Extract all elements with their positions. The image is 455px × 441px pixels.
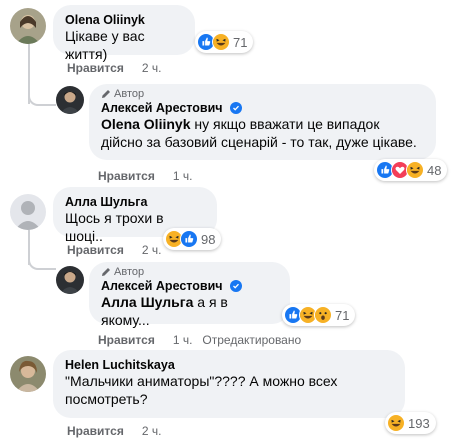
comment-actions: Нравится 1 ч. — [98, 169, 192, 183]
author-tag: Автор — [101, 266, 278, 278]
pencil-icon — [102, 268, 110, 276]
mention-link[interactable]: Olena Oliinyk — [101, 116, 190, 132]
comment-timestamp[interactable]: 2 ч. — [142, 243, 162, 257]
haha-reaction-icon — [212, 33, 230, 51]
avatar[interactable] — [10, 356, 46, 392]
verified-badge-icon — [229, 280, 242, 292]
verified-badge-icon — [229, 102, 242, 114]
like-button[interactable]: Нравится — [98, 333, 155, 347]
comment-actions: Нравится 2 ч. — [67, 424, 161, 438]
avatar[interactable] — [56, 266, 84, 294]
edited-label[interactable]: Отредактировано — [202, 333, 301, 347]
comment-timestamp[interactable]: 2 ч. — [142, 61, 162, 75]
like-reaction-icon — [180, 230, 198, 248]
pencil-icon — [102, 90, 110, 98]
author-tag-label: Автор — [114, 266, 145, 278]
author-tag-label: Автор — [114, 88, 145, 100]
haha-reaction-icon — [314, 306, 332, 324]
reaction-count: 71 — [335, 307, 350, 323]
comment-timestamp[interactable]: 1 ч. — [173, 169, 193, 183]
comment-timestamp[interactable]: 2 ч. — [142, 424, 162, 438]
thread-connector — [28, 60, 56, 106]
comment-bubble: Olena Oliinyk Цікаве у вас життя) — [53, 5, 195, 62]
reactions-summary[interactable]: 71 — [195, 31, 254, 53]
comment-actions: Нравится 2 ч. — [67, 243, 161, 257]
reactions-summary[interactable]: 48 — [374, 159, 448, 181]
comment-text: Цікаве у вас життя) — [65, 28, 145, 62]
comment-author[interactable]: Алексей Арестович — [101, 101, 223, 115]
reactions-summary[interactable]: 71 — [282, 304, 356, 326]
comment-text: Алла Шульга а я в якому... — [101, 293, 278, 329]
comment-text: Olena Oliinyk ну якщо вважати це випадок… — [101, 115, 424, 151]
comment-timestamp[interactable]: 1 ч. — [173, 333, 193, 347]
like-button[interactable]: Нравится — [67, 61, 124, 75]
comment-actions: Нравится 1 ч. Отредактировано — [98, 333, 301, 347]
like-button[interactable]: Нравится — [67, 243, 124, 257]
author-tag: Автор — [101, 88, 424, 100]
avatar[interactable] — [10, 194, 46, 230]
comment-author[interactable]: Olena Oliinyk — [65, 13, 145, 27]
reactions-summary[interactable]: 193 — [385, 412, 436, 434]
avatar[interactable] — [10, 8, 46, 44]
comment-text: "Мальчики аниматоры"???? А можно всех по… — [65, 373, 338, 407]
haha-reaction-icon — [406, 161, 424, 179]
comment-bubble: Helen Luchitskaya "Мальчики аниматоры"??… — [53, 350, 405, 418]
like-button[interactable]: Нравится — [67, 424, 124, 438]
reaction-count: 48 — [427, 162, 442, 178]
haha-reaction-icon — [387, 414, 405, 432]
reactions-summary[interactable]: 98 — [163, 228, 222, 250]
like-button[interactable]: Нравится — [98, 169, 155, 183]
comment-author[interactable]: Алексей Арестович — [101, 279, 223, 293]
comment-bubble: Автор Алексей Арестович Алла Шульга а я … — [89, 262, 290, 328]
avatar[interactable] — [56, 86, 84, 114]
comment-author[interactable]: Алла Шульга — [65, 195, 147, 209]
thread-connector — [28, 228, 56, 270]
reaction-count: 71 — [233, 34, 248, 50]
reaction-count: 98 — [201, 231, 216, 247]
mention-link[interactable]: Алла Шульга — [101, 294, 193, 310]
comment-bubble: Автор Алексей Арестович Olena Oliinyk ну… — [89, 84, 436, 160]
comment-author[interactable]: Helen Luchitskaya — [65, 358, 175, 372]
comment-actions: Нравится 2 ч. — [67, 61, 161, 75]
reaction-count: 193 — [408, 415, 430, 431]
